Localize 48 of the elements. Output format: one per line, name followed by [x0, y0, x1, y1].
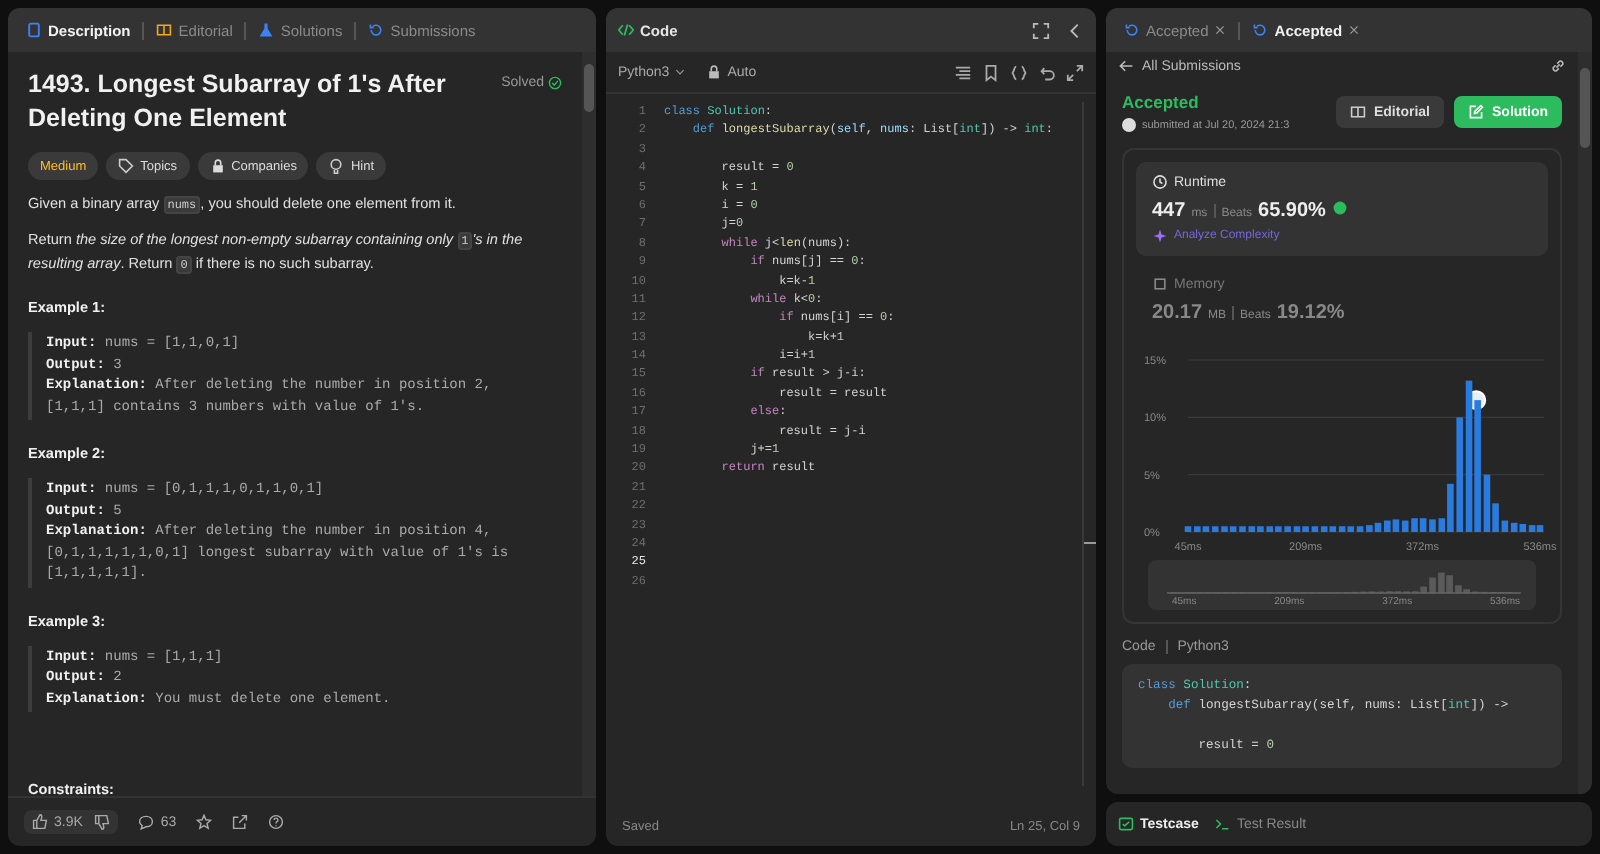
badge-icon [1331, 200, 1348, 216]
sparkle-icon [1152, 228, 1168, 244]
close-icon[interactable] [1214, 24, 1227, 36]
beats-value: 65.90% [1258, 200, 1326, 222]
braces-icon[interactable] [1010, 63, 1028, 81]
flask-icon [258, 22, 275, 38]
close-icon[interactable] [1348, 24, 1361, 36]
chip-icon [1152, 276, 1168, 292]
problem-title: 1493. Longest Subarray of 1's After Deleting One Element [28, 68, 448, 136]
beats-value: 19.12% [1276, 302, 1345, 324]
document-icon [26, 22, 42, 38]
terminal-icon [1214, 816, 1231, 832]
history-icon [1124, 22, 1140, 38]
lock-icon [209, 158, 226, 174]
dislike-icon[interactable] [94, 814, 111, 830]
undo-icon[interactable] [1038, 63, 1056, 81]
scrollbar[interactable] [582, 52, 596, 796]
format-icon[interactable] [954, 63, 972, 81]
help-icon[interactable] [268, 814, 285, 830]
history-icon [1252, 22, 1269, 38]
comment-icon [138, 814, 155, 830]
checkbox-icon [1118, 816, 1134, 832]
chevron-left-icon[interactable] [1066, 21, 1084, 39]
scrollbar[interactable] [1082, 102, 1096, 786]
edit-icon [1468, 104, 1484, 120]
verdict-label: Accepted [1122, 92, 1201, 112]
book-icon [1349, 104, 1366, 120]
thumbs-up-icon [32, 814, 48, 830]
fullscreen-icon[interactable] [1032, 21, 1050, 39]
share-icon[interactable] [232, 814, 249, 830]
star-icon[interactable] [196, 814, 213, 830]
history-icon [368, 22, 385, 38]
caret-icon [673, 66, 686, 78]
lightbulb-icon [328, 158, 345, 174]
check-circle-icon [548, 76, 562, 90]
bookmark-icon[interactable] [982, 63, 1000, 81]
expand-icon[interactable] [1066, 63, 1084, 81]
memory-value: 20.17 [1152, 302, 1203, 324]
tag-icon [118, 158, 135, 174]
lock-icon [705, 64, 722, 80]
avatar [1122, 118, 1136, 132]
book-icon [156, 22, 173, 38]
scrollbar[interactable] [1578, 52, 1592, 794]
arrow-left-icon [1118, 58, 1134, 74]
runtime-value: 447 [1152, 200, 1186, 222]
code-icon [618, 22, 634, 38]
clock-icon [1152, 174, 1168, 190]
link-icon[interactable] [1550, 58, 1566, 74]
